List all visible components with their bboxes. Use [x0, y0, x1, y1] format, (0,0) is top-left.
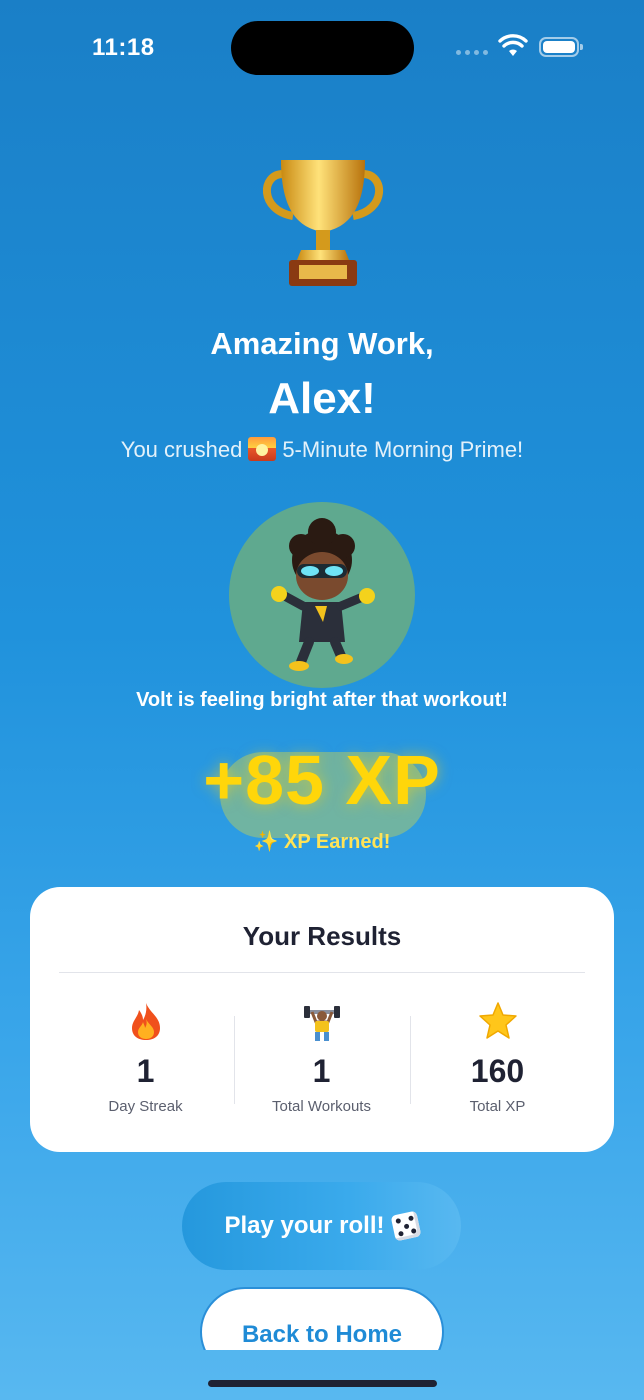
stat-label: Total XP [469, 1098, 526, 1115]
star-icon [478, 1002, 517, 1039]
play-roll-label: Play your roll! [224, 1212, 385, 1239]
stat-label: Total Workouts [272, 1098, 371, 1115]
stat-value: 160 [470, 1053, 525, 1089]
stat-day-streak: 1 Day Streak [58, 999, 233, 1115]
wifi-icon [498, 34, 528, 56]
xp-earned-value: +85 XP [203, 741, 441, 819]
results-card: Your Results 1 Day Streak 1 Total Workou… [30, 887, 614, 1152]
results-title: Your Results [242, 921, 402, 951]
subtitle-workout-name: 5-Minute Morning Prime! [282, 437, 524, 462]
status-time: 11:18 [92, 34, 155, 61]
headline-greeting: Amazing Work, [210, 326, 434, 361]
battery-icon [539, 37, 583, 57]
stat-total-xp: 160 Total XP [410, 999, 585, 1115]
play-roll-button[interactable]: Play your roll! [182, 1182, 461, 1270]
headline-user-name: Alex! [268, 374, 376, 423]
dice-icon [390, 1210, 421, 1242]
subtitle-prefix: You crushed [120, 437, 243, 462]
home-button-clip: Back to Home [0, 1287, 644, 1350]
stat-label: Day Streak [108, 1098, 183, 1115]
workout-subtitle: You crushed 5-Minute Morning Prime! [0, 437, 644, 463]
fire-icon [131, 1003, 160, 1040]
cellular-signal-icon [456, 50, 488, 55]
trophy-icon [263, 160, 383, 286]
xp-earned-label: ✨ XP Earned! [253, 831, 391, 853]
weightlifter-icon [303, 1006, 340, 1041]
home-indicator[interactable] [208, 1380, 437, 1387]
back-to-home-button[interactable]: Back to Home [200, 1287, 444, 1350]
character-avatar [229, 502, 415, 688]
status-bar: 11:18 [0, 0, 644, 100]
character-caption: Volt is feeling bright after that workou… [136, 689, 508, 711]
results-divider [59, 972, 585, 973]
stat-value: 1 [312, 1053, 331, 1089]
dynamic-island [231, 21, 414, 75]
stat-value: 1 [136, 1053, 155, 1089]
stat-total-workouts: 1 Total Workouts [234, 999, 409, 1115]
sunrise-icon [248, 437, 277, 461]
hero-character-icon [271, 518, 375, 671]
